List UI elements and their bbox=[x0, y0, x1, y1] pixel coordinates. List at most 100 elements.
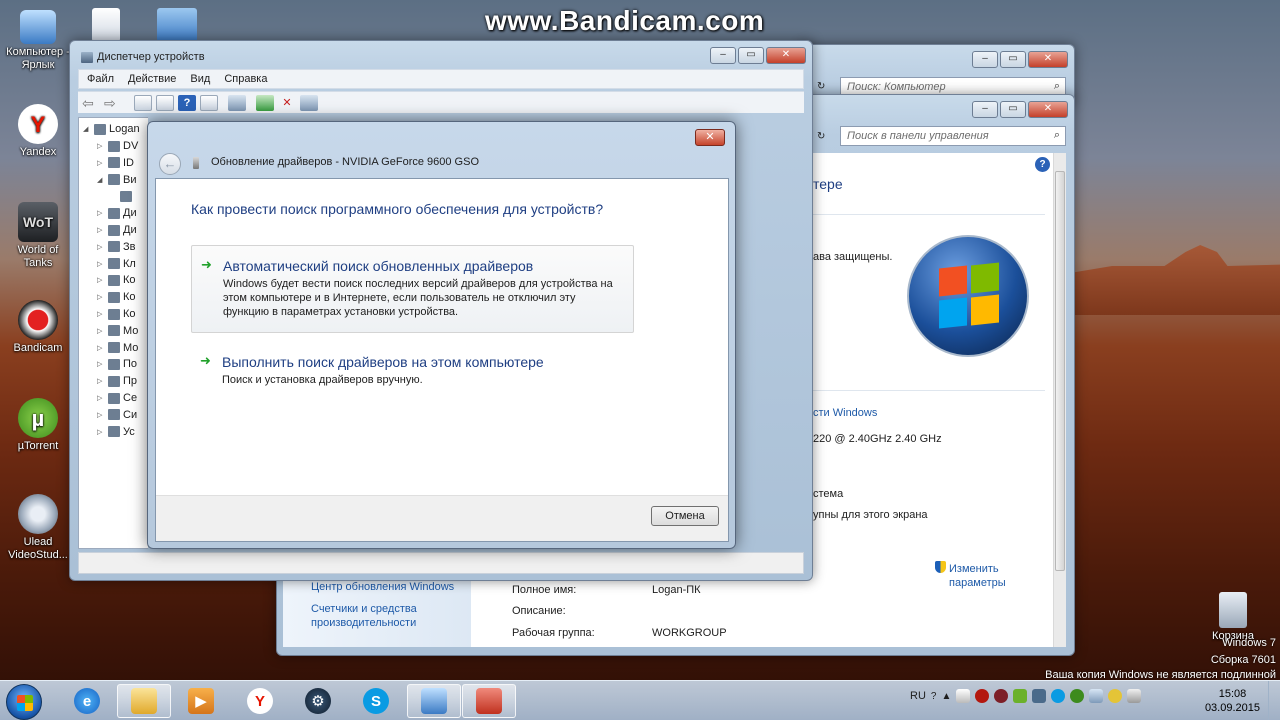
desktop-icon-computer[interactable]: Компьютер - Ярлык bbox=[3, 10, 73, 72]
minimize-button[interactable]: – bbox=[972, 51, 998, 68]
nvidia-icon[interactable] bbox=[1013, 689, 1028, 703]
tree-item[interactable]: ▷ Ус bbox=[97, 425, 135, 439]
utorrent-tray-icon[interactable] bbox=[1070, 689, 1085, 703]
flag-icon[interactable] bbox=[956, 689, 971, 703]
tree-item[interactable]: ▷ Ко bbox=[97, 273, 136, 287]
device-tree[interactable]: ◢ Logan ▷ DV ▷ ID ◢ Ви ▷ Ди ▷ Ди ▷ Зв ▷ Кл ▷ Ко ▷ Ко ▷ Ко ▷ М… bbox=[78, 117, 148, 549]
messenger-icon[interactable] bbox=[1108, 689, 1123, 703]
tree-item[interactable]: ▷ Се bbox=[97, 391, 137, 405]
search-icon[interactable]: ⌕ bbox=[1054, 80, 1060, 93]
expand-toggle-icon[interactable]: ▷ bbox=[97, 159, 105, 167]
desktop-icon-utorrent[interactable]: µ µTorrent bbox=[3, 398, 73, 453]
expand-toggle-icon[interactable]: ▷ bbox=[97, 142, 105, 150]
scan-hardware-icon[interactable] bbox=[228, 94, 246, 111]
maximize-button[interactable]: ▭ bbox=[738, 47, 764, 64]
document-icon[interactable] bbox=[92, 8, 120, 42]
update-driver-icon[interactable] bbox=[256, 94, 274, 111]
taskbar-ie[interactable]: e bbox=[60, 684, 114, 718]
input-help-icon[interactable]: ? bbox=[931, 691, 937, 702]
expand-toggle-icon[interactable]: ▷ bbox=[97, 226, 105, 234]
tray-utility-icon[interactable] bbox=[1032, 689, 1047, 703]
expand-toggle-icon[interactable]: ◢ bbox=[97, 176, 105, 184]
minimize-button[interactable]: – bbox=[710, 47, 736, 64]
close-button[interactable]: ✕ bbox=[766, 47, 806, 64]
tree-item[interactable]: ▷ Ко bbox=[97, 290, 136, 304]
expand-toggle-icon[interactable]: ▷ bbox=[97, 243, 105, 251]
expand-toggle-icon[interactable]: ▷ bbox=[97, 344, 105, 352]
taskbar-steam[interactable]: ⚙ bbox=[291, 684, 345, 718]
desktop-icon-bandicam[interactable]: Bandicam bbox=[3, 300, 73, 355]
expand-toggle-icon[interactable]: ▷ bbox=[97, 209, 105, 217]
menu-view[interactable]: Вид bbox=[190, 73, 210, 85]
search-icon[interactable]: ⌕ bbox=[1054, 129, 1060, 142]
tree-item[interactable]: ▷ Кл bbox=[97, 257, 136, 271]
properties-icon[interactable] bbox=[156, 94, 174, 111]
minimize-button[interactable]: – bbox=[972, 101, 998, 118]
tree-item[interactable]: ▷ DV bbox=[97, 139, 138, 153]
tree-item[interactable]: ▷ Ди bbox=[97, 223, 137, 237]
arrow-up-icon[interactable]: ▲ bbox=[941, 691, 951, 702]
taskbar-yandex[interactable]: Y bbox=[233, 684, 287, 718]
desktop-icon-wot[interactable]: WoT World of Tanks bbox=[3, 202, 73, 270]
back-arrow-icon[interactable]: ⇦ bbox=[82, 95, 100, 111]
help-book-icon[interactable]: ? bbox=[178, 94, 196, 111]
expand-toggle-icon[interactable]: ◢ bbox=[83, 125, 91, 133]
expand-toggle-icon[interactable]: ▷ bbox=[97, 428, 105, 436]
tree-item[interactable]: ▷ Си bbox=[97, 408, 137, 422]
expand-toggle-icon[interactable]: ▷ bbox=[97, 394, 105, 402]
windows-activation-link-partial[interactable]: сти Windows bbox=[813, 407, 877, 419]
close-button[interactable]: ✕ bbox=[1028, 101, 1068, 118]
dialog-close-button[interactable]: ✕ bbox=[695, 129, 725, 146]
skype-tray-icon[interactable] bbox=[1051, 689, 1066, 703]
expand-toggle-icon[interactable]: ▷ bbox=[97, 360, 105, 368]
expand-toggle-icon[interactable]: ▷ bbox=[97, 377, 105, 385]
device-view-icon[interactable] bbox=[200, 94, 218, 111]
tree-item[interactable]: ▷ Зв bbox=[97, 240, 136, 254]
maximize-button[interactable]: ▭ bbox=[1000, 51, 1026, 68]
taskbar-skype[interactable]: S bbox=[349, 684, 403, 718]
record-icon[interactable] bbox=[975, 689, 990, 703]
tree-item[interactable]: ▷ Ко bbox=[97, 307, 136, 321]
expand-toggle-icon[interactable]: ▷ bbox=[97, 327, 105, 335]
tree-item[interactable]: ▷ Мо bbox=[97, 341, 138, 355]
forward-arrow-icon[interactable]: ⇨ bbox=[104, 95, 122, 111]
tree-item[interactable]: ▷ Пр bbox=[97, 374, 137, 388]
tree-item[interactable] bbox=[109, 189, 135, 203]
tree-item[interactable]: ▷ Мо bbox=[97, 324, 138, 338]
uninstall-icon[interactable]: ✕ bbox=[278, 95, 296, 111]
desktop-icon-yandex[interactable]: Y Yandex bbox=[3, 104, 73, 159]
expand-toggle-icon[interactable]: ▷ bbox=[97, 260, 105, 268]
manual-search-option[interactable]: ➜ Выполнить поиск драйверов на этом комп… bbox=[191, 347, 634, 391]
tree-item[interactable]: ▷ По bbox=[97, 357, 137, 371]
maximize-button[interactable]: ▭ bbox=[1000, 101, 1026, 118]
disable-device-icon[interactable] bbox=[300, 94, 318, 111]
auto-search-option[interactable]: ➜ Автоматический поиск обновленных драйв… bbox=[191, 245, 634, 333]
expand-toggle-icon[interactable]: ▷ bbox=[97, 276, 105, 284]
tree-view-icon[interactable] bbox=[134, 94, 152, 111]
back-button[interactable]: ← bbox=[159, 153, 181, 175]
expand-toggle-icon[interactable]: ▷ bbox=[97, 293, 105, 301]
tree-item[interactable]: ◢ Ви bbox=[97, 173, 136, 187]
expand-toggle-icon[interactable]: ▷ bbox=[97, 411, 105, 419]
help-icon[interactable]: ? bbox=[1035, 157, 1050, 172]
start-button[interactable] bbox=[6, 684, 42, 720]
scrollbar-thumb[interactable] bbox=[1055, 171, 1065, 571]
desktop-icon-ulead[interactable]: Ulead VideoStud... bbox=[3, 494, 73, 562]
network-icon[interactable] bbox=[1089, 689, 1104, 703]
expand-toggle-icon[interactable]: ▷ bbox=[97, 310, 105, 318]
desktop-icon-recycle-bin[interactable]: Корзина bbox=[1198, 592, 1268, 643]
nav-dropdown-icon[interactable]: ↻ bbox=[817, 81, 825, 92]
tray-app-icon[interactable] bbox=[994, 689, 1009, 703]
driver-update-dialog[interactable]: ✕ ← Обновление драйверов - NVIDIA GeForc… bbox=[147, 121, 736, 549]
tree-root[interactable]: ◢ Logan bbox=[83, 122, 140, 136]
close-button[interactable]: ✕ bbox=[1028, 51, 1068, 68]
tree-item[interactable]: ▷ Ди bbox=[97, 206, 137, 220]
vertical-scrollbar[interactable] bbox=[1053, 153, 1066, 647]
change-settings-link[interactable]: Изменить параметры bbox=[949, 562, 1019, 590]
sidebar-link-performance[interactable]: Счетчики и средства производительности bbox=[311, 602, 451, 630]
tree-item[interactable]: ▷ ID bbox=[97, 156, 134, 170]
show-desktop-button[interactable] bbox=[1268, 681, 1280, 720]
language-indicator[interactable]: RU bbox=[910, 690, 926, 702]
taskbar-explorer[interactable] bbox=[117, 684, 171, 718]
sidebar-link-windows-update[interactable]: Центр обновления Windows bbox=[311, 581, 454, 593]
